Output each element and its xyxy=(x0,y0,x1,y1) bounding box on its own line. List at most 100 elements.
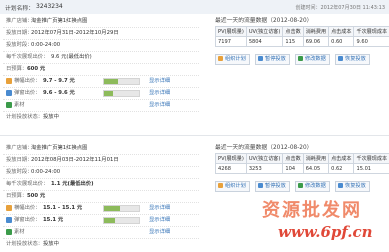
bid-value: 9.6 元(最低出价) xyxy=(51,54,92,60)
plan-name-label: 计划名称： xyxy=(5,6,34,12)
banner-progress-bar xyxy=(103,78,140,85)
show-details-link[interactable]: 显示详细 xyxy=(149,99,170,111)
daily-budget-value: 500 元 xyxy=(27,193,46,199)
image-icon xyxy=(6,101,12,108)
stats-header-row: PV(展现量) UV(独立访客) 点击数 消耗费用 点击成本 千次展现成本 xyxy=(215,26,389,37)
stats-title: 最近一天的流量数据（2012-08-20） xyxy=(215,18,313,24)
popup-progress-bar xyxy=(103,217,140,224)
resume-icon xyxy=(338,56,343,61)
banner-progress-fill xyxy=(104,79,118,84)
gift-icon xyxy=(6,77,12,84)
col-pv: PV(展现量) xyxy=(215,26,247,37)
plan-header-bar: 计划名称： 3243234 创建时间：2012年07月30日 11:43:13 xyxy=(0,0,389,15)
cell-clicks: 104 xyxy=(282,163,304,174)
popup-icon xyxy=(6,89,12,96)
resume-label: 恢复投放 xyxy=(345,183,366,189)
plan-panel-1: 推广店铺： 淘金推广页第1红换点图 投放日期： 2012年07月31日-2012… xyxy=(0,14,389,136)
cell-clicks: 115 xyxy=(282,36,304,47)
bid-value: 1.1 元(最低出价) xyxy=(51,181,94,187)
status-label: 计划投放状态： xyxy=(6,114,44,120)
hours-label: 投放时段： xyxy=(6,42,33,48)
status-value: 投放中 xyxy=(43,241,59,247)
created-label: 创建时间： xyxy=(295,5,321,11)
col-uv: UV(独立访客) xyxy=(245,153,284,164)
banner-bid-key: 横幅出价： xyxy=(6,75,41,87)
cell-cpc: 0.60 xyxy=(328,36,355,47)
plan-details-1: 推广店铺： 淘金推广页第1红换点图 投放日期： 2012年07月31日-2012… xyxy=(3,14,201,135)
daily-budget-value: 600 元 xyxy=(27,66,46,72)
popup-progress-bar xyxy=(103,90,140,97)
show-details-link[interactable]: 显示详细 xyxy=(149,75,170,87)
store-link[interactable]: 淘金推广页第1红换点图 xyxy=(31,15,87,27)
cell-cpc: 0.62 xyxy=(328,163,355,174)
col-cpm: 千次展现成本 xyxy=(353,26,389,37)
resume-button[interactable]: 恢复投放 xyxy=(335,181,370,192)
pause-label: 暂停投放 xyxy=(265,56,286,62)
pause-label: 暂停投放 xyxy=(265,183,286,189)
show-details-link[interactable]: 显示详细 xyxy=(149,226,170,238)
pause-icon xyxy=(258,183,263,188)
image-icon xyxy=(6,228,12,235)
cell-cpm: 9.60 xyxy=(353,36,389,47)
modify-label: 修改数据 xyxy=(305,183,326,189)
material-key: 素材 xyxy=(6,226,25,238)
col-cost: 消耗费用 xyxy=(302,26,330,37)
col-cost: 消耗费用 xyxy=(302,153,330,164)
store-label: 推广店铺： xyxy=(6,18,33,24)
popup-progress-fill xyxy=(104,218,115,223)
col-cpc: 点击成本 xyxy=(328,26,355,37)
popup-progress-fill xyxy=(104,91,113,96)
popup-bid-value: 9.6 - 9.6 元 xyxy=(43,90,75,96)
popup-bid-label: 弹窗出价： xyxy=(14,217,41,223)
modify-icon xyxy=(298,56,303,61)
material-label: 素材 xyxy=(14,229,25,235)
plan-stats-2: 最近一天的流量数据（2012-08-20） PV(展现量) UV(独立访客) 点… xyxy=(213,137,389,252)
col-uv: UV(独立访客) xyxy=(245,26,284,37)
cell-pv: 4268 xyxy=(215,163,247,174)
popup-icon xyxy=(6,216,12,223)
cell-pv: 7197 xyxy=(215,36,247,47)
banner-bid-label: 横幅出价： xyxy=(14,78,41,84)
modify-data-button[interactable]: 修改数据 xyxy=(295,181,330,192)
popup-bid-value: 15.1 元 xyxy=(43,217,64,223)
banner-bid-key: 横幅出价： xyxy=(6,202,41,214)
resume-button[interactable]: 恢复投放 xyxy=(335,54,370,65)
status-row: 计划投放状态： 投放中 xyxy=(3,238,199,250)
edit-plan-label: 组织计划 xyxy=(225,56,246,62)
popup-bid-key: 弹窗出价： xyxy=(6,87,41,99)
show-details-link[interactable]: 显示详细 xyxy=(149,87,170,99)
material-label: 素材 xyxy=(14,102,25,108)
show-details-link[interactable]: 显示详细 xyxy=(149,202,170,214)
modify-data-button[interactable]: 修改数据 xyxy=(295,54,330,65)
col-cpm: 千次展现成本 xyxy=(353,153,389,164)
pause-button[interactable]: 暂停投放 xyxy=(255,54,290,65)
pause-button[interactable]: 暂停投放 xyxy=(255,181,290,192)
show-details-link[interactable]: 显示详细 xyxy=(149,214,170,226)
period-value: 2012年08月03日-2012年11月01日 xyxy=(31,157,119,163)
col-pv: PV(展现量) xyxy=(215,153,247,164)
col-clicks: 点击数 xyxy=(282,26,304,37)
modify-icon xyxy=(298,183,303,188)
hours-value: 0:00-24:00 xyxy=(31,169,61,175)
plan-details-2: 推广店铺： 淘金推广页第1红换点图 投放日期： 2012年08月03日-2012… xyxy=(3,137,201,252)
popup-bid-key: 弹窗出价： xyxy=(6,214,41,226)
resume-label: 恢复投放 xyxy=(345,56,366,62)
banner-progress-fill xyxy=(104,206,120,211)
cell-cpm: 15.01 xyxy=(353,163,389,174)
stats-header-row: PV(展现量) UV(独立访客) 点击数 消耗费用 点击成本 千次展现成本 xyxy=(215,153,389,164)
modify-label: 修改数据 xyxy=(305,56,326,62)
store-link[interactable]: 淘金推广页第1红换点图 xyxy=(31,142,87,154)
stats-value-row: 4268 3253 104 64.05 0.62 15.01 xyxy=(215,163,389,174)
hours-value: 0:00-24:00 xyxy=(31,42,61,48)
cell-cost: 64.05 xyxy=(302,163,330,174)
edit-plan-button[interactable]: 组织计划 xyxy=(215,181,250,192)
period-label: 投放日期： xyxy=(6,30,33,36)
edit-plan-button[interactable]: 组织计划 xyxy=(215,54,250,65)
created-time: 创建时间：2012年07月30日 11:43:13 xyxy=(295,4,385,11)
status-row: 计划投放状态： 投放中 xyxy=(3,111,199,123)
cell-cost: 69.06 xyxy=(302,36,330,47)
bid-label: 每千次展现出价： xyxy=(6,54,49,60)
edit-icon xyxy=(218,183,223,188)
created-value: 2012年07月30日 11:43:13 xyxy=(320,5,386,11)
edit-icon xyxy=(218,56,223,61)
